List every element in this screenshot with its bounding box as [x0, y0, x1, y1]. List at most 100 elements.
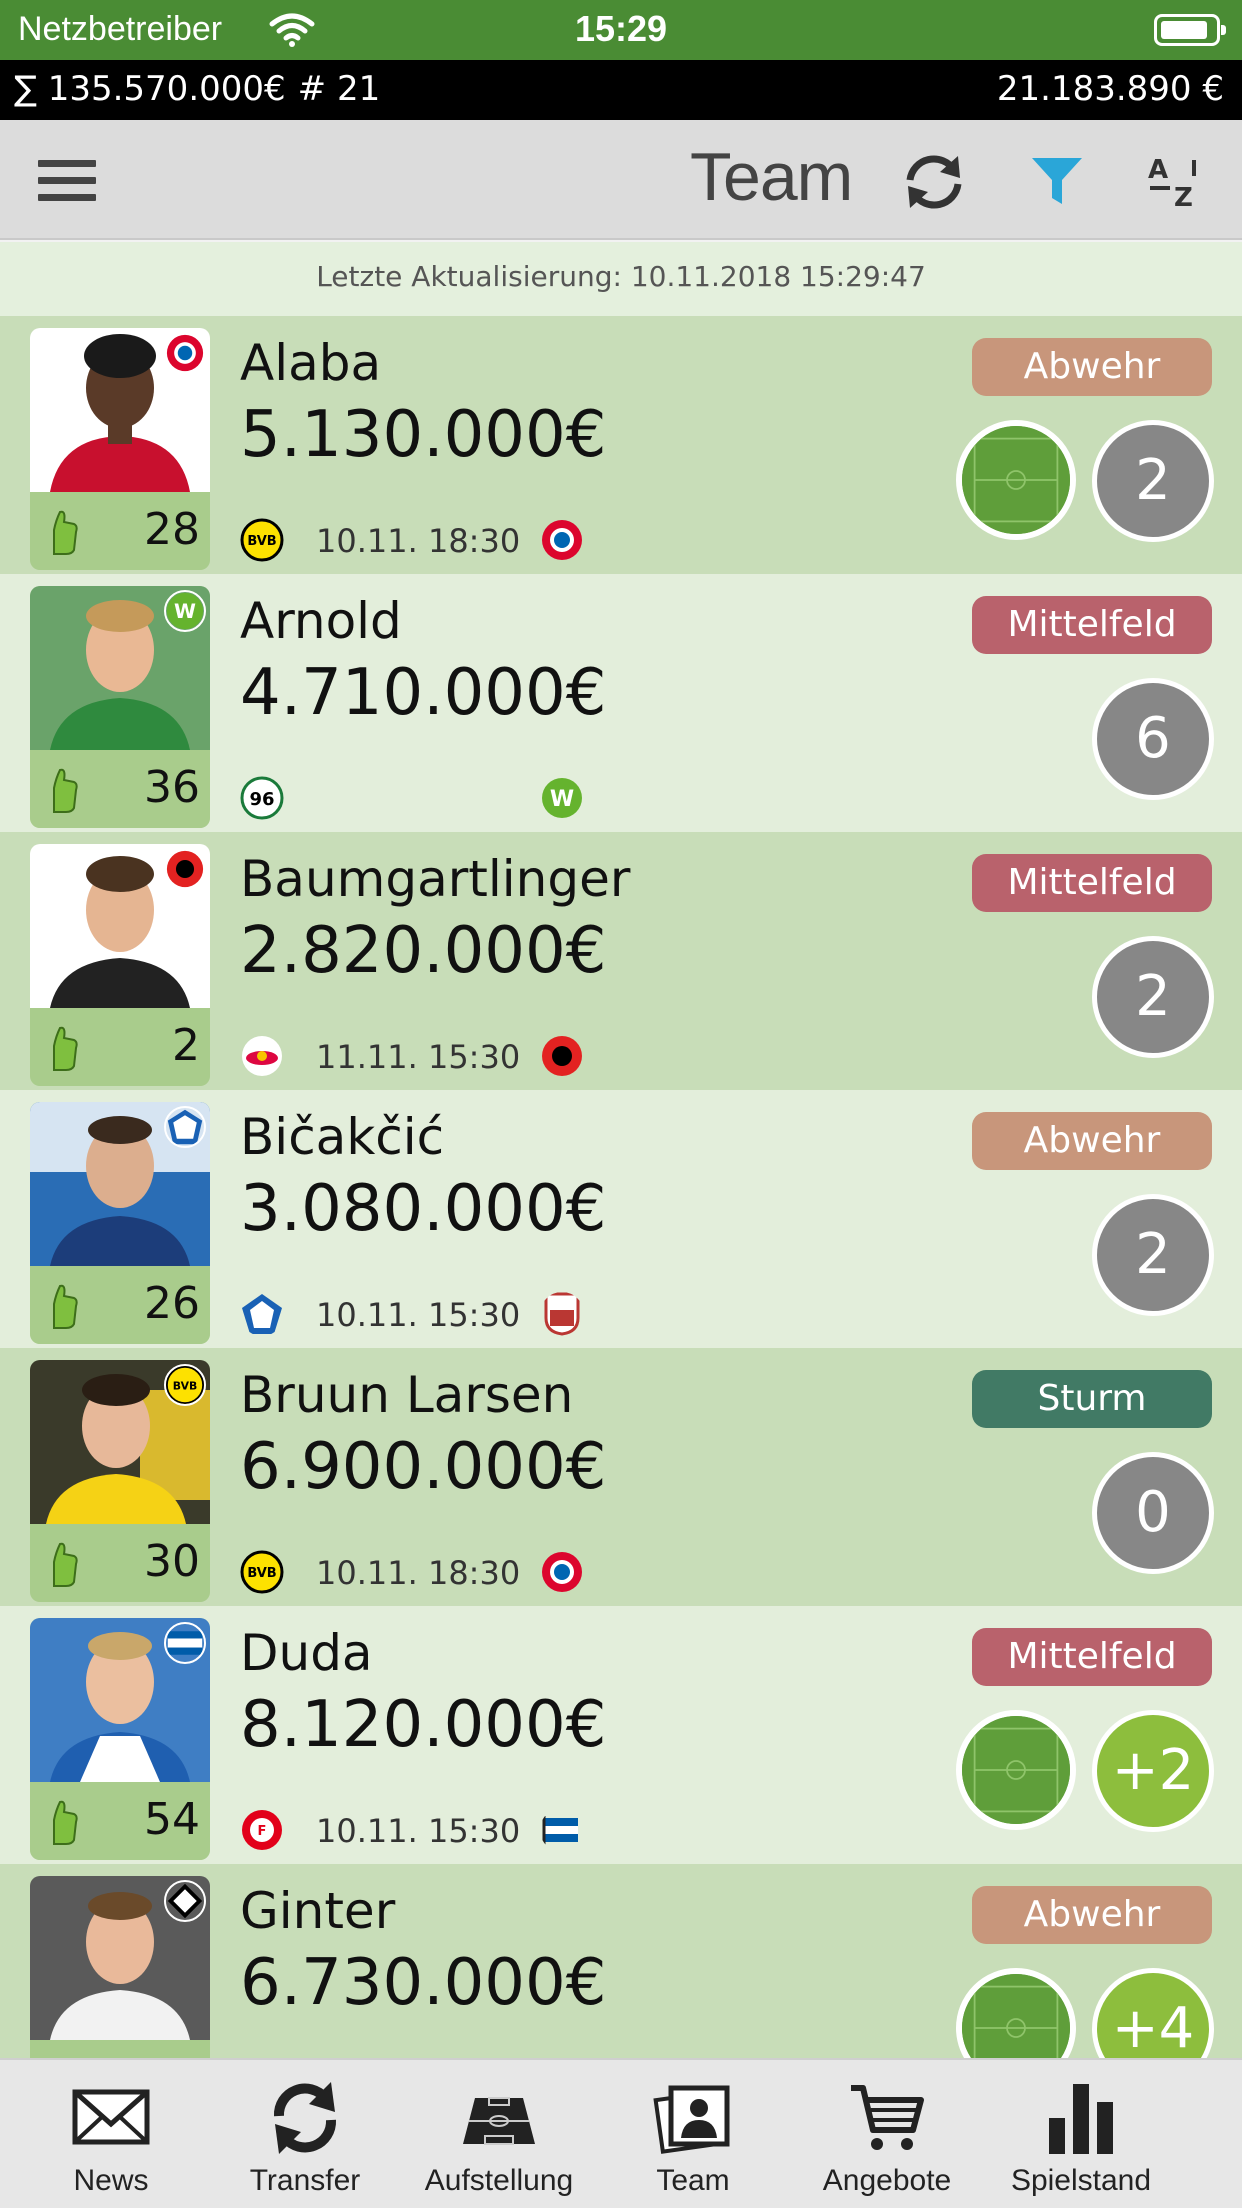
player-name: Alaba: [240, 334, 382, 392]
account-balance: 21.183.890 €: [996, 69, 1224, 109]
bvb-logo-icon: BVB: [240, 518, 284, 562]
lineup-pitch-icon: [956, 420, 1076, 540]
fortuna-logo-icon: F: [242, 1810, 282, 1850]
tab-spielstand[interactable]: Spielstand: [984, 2060, 1178, 2208]
status-bar: Netzbetreiber 15:29: [0, 0, 1242, 60]
transfer-arrows-icon: [273, 2082, 337, 2154]
page-title: Team: [690, 139, 853, 215]
player-row[interactable]: 26 Bičakčić 3.080.000€ 10.11. 15:30 Abwe…: [0, 1090, 1242, 1348]
next-match: 11.11. 15:30: [240, 1034, 600, 1078]
player-points: 30: [144, 1536, 200, 1587]
hoffenheim-badge-icon: [164, 1106, 206, 1148]
fc-bayern-logo-icon: [542, 1552, 582, 1592]
bvb-badge-icon: BVB: [164, 1364, 206, 1406]
thumbs-up-icon: [53, 768, 78, 813]
player-count: # 21: [297, 69, 381, 109]
position-badge: Abwehr: [972, 1112, 1212, 1170]
player-name: Baumgartlinger: [240, 850, 631, 908]
player-card[interactable]: 2: [30, 844, 210, 1086]
thumbs-up-icon: [53, 1800, 78, 1845]
player-list[interactable]: 28 Alaba 5.130.000€ BVB 10.11. 18:30 Abw…: [0, 316, 1242, 2058]
thumbs-up-icon: [53, 1542, 78, 1587]
tab-label: Spielstand: [1010, 2164, 1152, 2197]
svg-text:BVB: BVB: [247, 1566, 276, 1581]
battery-icon: [1154, 14, 1226, 46]
leverkusen-logo-icon: [542, 1036, 582, 1076]
player-points: 36: [144, 762, 200, 813]
player-name: Ginter: [240, 1882, 396, 1940]
player-card[interactable]: 54: [30, 1618, 210, 1860]
player-market-value: 3.080.000€: [240, 1172, 607, 1246]
match-time: 11.11. 15:30: [316, 1038, 521, 1076]
tab-team[interactable]: Team: [596, 2060, 790, 2208]
matchday-score: +2: [1092, 1710, 1214, 1832]
menu-icon[interactable]: [38, 160, 96, 202]
next-match: BVB 10.11. 18:30: [240, 518, 600, 562]
matchday-score: 2: [1092, 420, 1214, 542]
filter-icon[interactable]: [1030, 156, 1084, 208]
fc-bayern-logo-icon: [542, 520, 582, 560]
next-match: BVB 10.11. 18:30: [240, 1550, 600, 1594]
wolfsburg-logo-icon: W: [542, 778, 582, 818]
player-row[interactable]: BVB 30 Bruun Larsen 6.900.000€ BVB 10.11…: [0, 1348, 1242, 1606]
tab-label: Aufstellung: [424, 2164, 574, 2197]
envelope-icon: [72, 2089, 150, 2145]
sort-az-icon[interactable]: A Z: [1148, 154, 1204, 208]
next-match: F 10.11. 15:30: [240, 1808, 600, 1852]
tab-aufstellung[interactable]: Aufstellung: [402, 2060, 596, 2208]
match-time: 10.11. 15:30: [316, 1296, 521, 1334]
player-row[interactable]: Ginter 6.730.000€ Abwehr +4: [0, 1864, 1242, 2058]
player-points: 54: [144, 1794, 200, 1845]
player-row[interactable]: 28 Alaba 5.130.000€ BVB 10.11. 18:30 Abw…: [0, 316, 1242, 574]
player-row[interactable]: 2 Baumgartlinger 2.820.000€ 11.11. 15:30…: [0, 832, 1242, 1090]
player-name: Bičakčić: [240, 1108, 445, 1166]
hoffenheim-logo-icon: [242, 1294, 282, 1334]
player-card[interactable]: 28: [30, 328, 210, 570]
next-match: 96 W: [240, 776, 600, 820]
thumbs-up-icon: [53, 1026, 78, 1071]
svg-text:BVB: BVB: [247, 534, 276, 549]
tab-label: Angebote: [822, 2164, 952, 2197]
rb-leipzig-logo-icon: [242, 1036, 282, 1076]
refresh-icon[interactable]: [898, 150, 970, 214]
hertha-badge-icon: [164, 1622, 206, 1664]
match-time: 10.11. 15:30: [316, 1812, 521, 1850]
team-total-value: ∑ 135.570.000€: [14, 69, 286, 109]
player-name: Bruun Larsen: [240, 1366, 574, 1424]
player-card[interactable]: W 36: [30, 586, 210, 828]
tab-transfer[interactable]: Transfer: [208, 2060, 402, 2208]
thumbs-up-icon: [53, 1284, 78, 1329]
thumbs-up-icon: [53, 510, 78, 555]
svg-text:W: W: [550, 787, 574, 812]
svg-text:96: 96: [249, 789, 274, 810]
nav-bar: Team A Z: [0, 120, 1242, 240]
budget-bar: ∑ 135.570.000€ # 21 21.183.890 €: [0, 60, 1242, 120]
player-market-value: 8.120.000€: [240, 1688, 607, 1762]
player-market-value: 6.900.000€: [240, 1430, 607, 1504]
svg-text:W: W: [174, 600, 196, 623]
last-update-banner: Letzte Aktualisierung: 10.11.2018 15:29:…: [0, 242, 1242, 316]
matchday-score: 2: [1092, 1194, 1214, 1316]
lineup-pitch-icon: [956, 1968, 1076, 2058]
pitch-icon: [463, 2097, 535, 2145]
player-name: Duda: [240, 1624, 373, 1682]
player-row[interactable]: 54 Duda 8.120.000€ F 10.11. 15:30 Mittel…: [0, 1606, 1242, 1864]
player-card[interactable]: 26: [30, 1102, 210, 1344]
player-market-value: 6.730.000€: [240, 1946, 607, 2020]
player-points: 26: [144, 1278, 200, 1329]
player-market-value: 5.130.000€: [240, 398, 607, 472]
matchday-score: 2: [1092, 936, 1214, 1058]
tab-label: News: [73, 2164, 149, 2197]
player-card-icon: [653, 2085, 730, 2154]
match-time: 10.11. 18:30: [316, 1554, 521, 1592]
tab-news[interactable]: News: [14, 2060, 208, 2208]
player-market-value: 4.710.000€: [240, 656, 607, 730]
position-badge: Mittelfeld: [972, 854, 1212, 912]
player-card[interactable]: [30, 1876, 210, 2058]
player-row[interactable]: W 36 Arnold 4.710.000€ 96 W Mittelfeld 6: [0, 574, 1242, 832]
tab-angebote[interactable]: Angebote: [790, 2060, 984, 2208]
augsburg-logo-icon: [544, 1292, 580, 1336]
position-badge: Mittelfeld: [972, 596, 1212, 654]
wolfsburg-badge-icon: W: [164, 590, 206, 632]
player-card[interactable]: BVB 30: [30, 1360, 210, 1602]
